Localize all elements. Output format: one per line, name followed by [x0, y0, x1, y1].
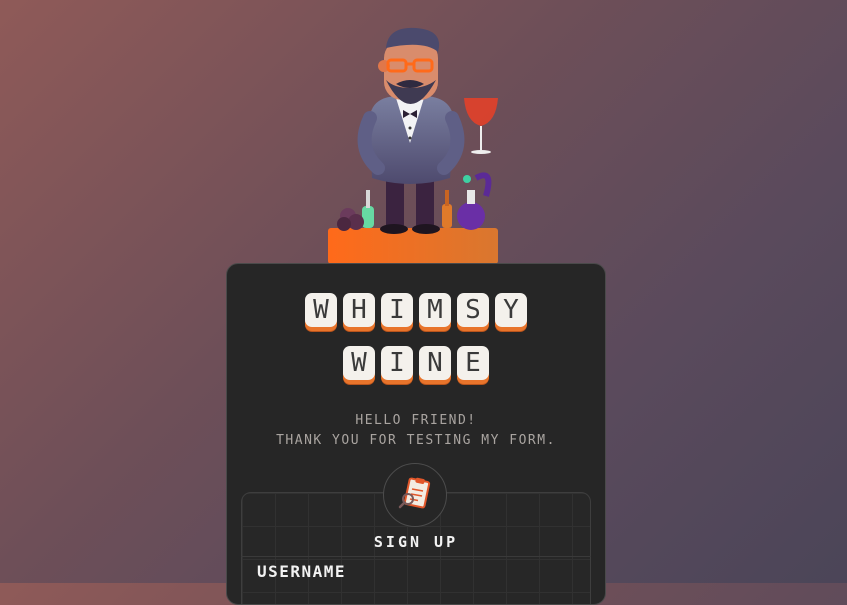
form-heading: SIGN UP: [373, 533, 459, 551]
clipboard-magnifier-icon: [398, 476, 432, 514]
username-label: USERNAME: [257, 562, 347, 581]
title-key: W: [305, 293, 337, 327]
title-key: Y: [495, 293, 527, 327]
sommelier-mascot-icon: [326, 18, 506, 264]
app-title-row-1: W H I M S Y: [227, 293, 605, 327]
app-title-row-2: W I N E: [227, 346, 605, 380]
form-badge: [383, 463, 447, 527]
title-key: N: [419, 346, 451, 380]
greeting-line-1: HELLO FRIEND!: [355, 413, 477, 428]
title-key: M: [419, 293, 451, 327]
title-key: E: [457, 346, 489, 380]
form-divider: [241, 556, 591, 557]
title-key: I: [381, 346, 413, 380]
signup-card: W H I M S Y W I N E HELLO FRIEND! THANK …: [226, 263, 606, 605]
title-key: W: [343, 346, 375, 380]
title-key: H: [343, 293, 375, 327]
title-key: I: [381, 293, 413, 327]
title-key: S: [457, 293, 489, 327]
greeting-line-2: THANK YOU FOR TESTING MY FORM.: [276, 433, 556, 448]
